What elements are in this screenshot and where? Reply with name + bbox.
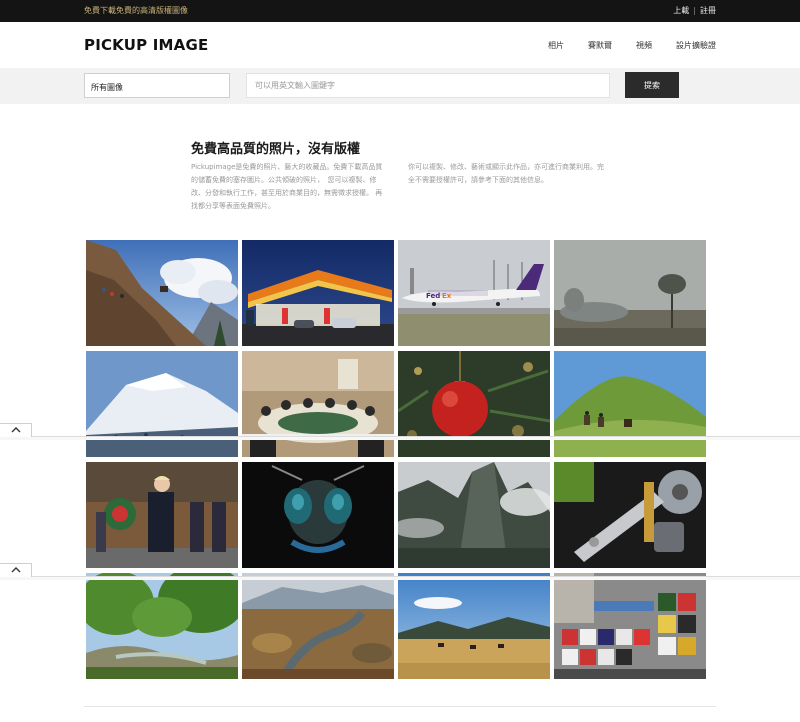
conference-meeting-photo[interactable] [242, 351, 394, 457]
autumn-mountain-stream-photo[interactable] [242, 573, 394, 679]
section-divider [0, 436, 800, 440]
collapse-tab[interactable] [0, 563, 32, 577]
mountain-hikers-photo[interactable] [86, 240, 238, 346]
nav-item-video[interactable]: 視頻 [636, 40, 652, 51]
intro-title: 免費高品質的照片，沒有版權 [191, 142, 361, 157]
chevron-up-icon [11, 567, 21, 573]
top-bar: 免費下載免費的高清版權圖像 上載 | 註冊 [0, 0, 800, 22]
auth-separator: | [693, 6, 696, 15]
nav-item-vector[interactable]: 賽默爾 [588, 40, 612, 51]
chevron-up-icon [11, 427, 21, 433]
svg-text:Fed: Fed [426, 292, 440, 300]
nav-item-design[interactable]: 設片擴驗證 [676, 40, 716, 51]
foggy-field-tree-photo[interactable] [554, 240, 706, 346]
search-button[interactable]: 提索 [625, 72, 679, 98]
search-bar: 所有圖像 提索 [0, 68, 800, 104]
red-christmas-ornament-photo[interactable] [398, 351, 550, 457]
intro-text-left: Pickupimage是免費的照片、藝大的收藏品。免費下載高品質的儲蓄免費的塞存… [191, 163, 383, 210]
auth-links: 上載 | 註冊 [673, 5, 716, 16]
green-hill-horses-photo[interactable] [554, 351, 706, 457]
green-forest-river-photo[interactable] [86, 573, 238, 679]
misty-cliffs-photo[interactable] [398, 462, 550, 568]
grassland-cattle-photo[interactable] [398, 573, 550, 679]
intro-text-right: 你可以複製、修改、藝術或顯示此作品，亦可進行商業利用。完全不需要授權許可，請參考… [408, 163, 604, 184]
wreath-ceremony-photo[interactable] [86, 462, 238, 568]
main-nav: 相片 賽默爾 視頻 設片擴驗證 [524, 40, 716, 51]
tshirt-shop-photo[interactable] [554, 573, 706, 679]
category-select[interactable]: 所有圖像 [84, 73, 230, 98]
site-tagline: 免費下載免費的高清版權圖像 [84, 6, 188, 15]
section-divider [0, 576, 800, 580]
bee-macro-photo[interactable] [242, 462, 394, 568]
register-link[interactable]: 註冊 [700, 6, 716, 15]
site-header: PICKUP IMAGE 相片 賽默爾 視頻 設片擴驗證 [0, 22, 800, 68]
gas-station-night-photo[interactable] [242, 240, 394, 346]
upload-link[interactable]: 上載 [673, 6, 689, 15]
site-logo[interactable]: PICKUP IMAGE [84, 36, 208, 54]
snow-mountain-photo[interactable] [86, 351, 238, 457]
collapse-tab[interactable] [0, 423, 32, 437]
hard-drive-photo[interactable] [554, 462, 706, 568]
nav-item-photos[interactable]: 相片 [548, 40, 564, 51]
fedex-airplane-photo[interactable]: Fed Ex [398, 240, 550, 346]
search-input[interactable] [246, 73, 610, 98]
svg-text:Ex: Ex [442, 292, 452, 300]
footer-divider [84, 706, 716, 707]
